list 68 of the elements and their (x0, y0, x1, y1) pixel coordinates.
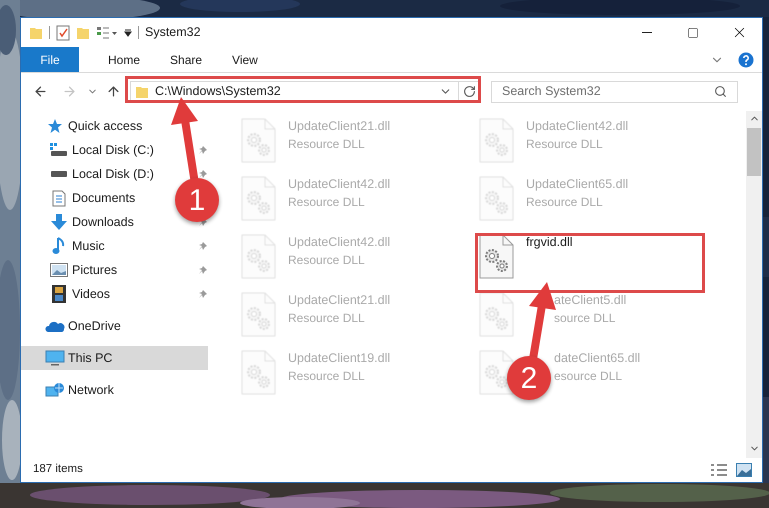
scrollbar[interactable] (746, 111, 762, 458)
folder-icon (76, 26, 90, 40)
dropdown-arrow-icon (124, 28, 132, 36)
up-icon[interactable] (106, 84, 121, 99)
maximize-icon (687, 26, 699, 38)
scrollbar-thumb[interactable] (747, 128, 761, 176)
gear-file-icon (241, 350, 276, 395)
file-type: esource DLL (554, 368, 624, 384)
music-note-icon (52, 237, 66, 255)
navigation-item[interactable]: Quick access (21, 114, 208, 138)
file-type: Resource DLL (288, 194, 366, 210)
gear-file-icon (241, 292, 276, 337)
gear-file-icon (479, 350, 514, 395)
ribbon-tab[interactable]: File (21, 47, 79, 72)
help-icon[interactable] (738, 52, 754, 68)
drive-icon (50, 170, 68, 178)
file-type: Resource DLL (288, 252, 366, 268)
file-type: Resource DLL (288, 136, 366, 152)
file-type: Resource DLL (288, 368, 366, 384)
details-view-icon[interactable] (710, 463, 728, 477)
search-input[interactable]: Search System32 (502, 82, 714, 101)
file-name[interactable]: frgvid.dll (526, 234, 573, 250)
back-icon[interactable] (33, 84, 48, 99)
drive-icon (50, 143, 68, 157)
navigation-item[interactable]: Documents (21, 186, 136, 210)
refresh-icon[interactable] (463, 85, 476, 98)
file-type: Resource DLL (526, 194, 604, 210)
checkmark-document-icon (56, 24, 70, 40)
monitor-icon (45, 350, 65, 366)
ribbon-tab[interactable]: Share (155, 47, 218, 72)
navigation-item[interactable]: Local Disk (D:) (21, 162, 154, 186)
star-icon (47, 118, 63, 134)
navigation-item[interactable]: This PC (21, 346, 208, 370)
navigation-item[interactable]: Music (21, 234, 105, 258)
ribbon-tab[interactable]: View (217, 47, 273, 72)
document-icon (52, 190, 66, 206)
gear-file-icon (241, 118, 276, 163)
window-title: System32 (145, 24, 201, 42)
gear-file-icon (479, 176, 514, 221)
gear-file-icon (479, 292, 514, 337)
file-type: Resource DLL (288, 310, 366, 326)
search-field[interactable]: Search System32 (491, 80, 738, 102)
navigation-item[interactable]: Network (21, 378, 208, 402)
ribbon-tab[interactable]: Home (93, 47, 156, 72)
gear-file-icon (479, 118, 514, 163)
down-arrow-icon (50, 213, 68, 231)
properties-icon (96, 26, 118, 40)
file-type: Resource DLL (526, 136, 604, 152)
gear-file-icon (241, 234, 276, 279)
search-icon (714, 85, 727, 98)
file-type: source DLL (554, 310, 616, 326)
navigation-item[interactable]: Pictures (21, 258, 118, 282)
navigation-item[interactable]: Local Disk (C:) (21, 138, 154, 162)
film-icon (52, 285, 66, 303)
cloud-icon (45, 320, 65, 332)
folder-icon (29, 26, 43, 40)
item-count: 187 items (33, 462, 83, 478)
picture-icon (50, 263, 68, 277)
thumbnail-view-icon[interactable] (736, 463, 752, 477)
address-path: C:\Windows\System32 (155, 83, 281, 100)
network-icon (45, 382, 65, 398)
folder-icon (135, 84, 149, 98)
minimize-icon (642, 32, 652, 33)
gear-file-icon (479, 234, 514, 279)
navigation-item[interactable]: OneDrive (21, 314, 208, 338)
gear-file-icon (241, 176, 276, 221)
navigation-item[interactable]: Downloads (21, 210, 134, 234)
navigation-item[interactable]: Videos (21, 282, 110, 306)
